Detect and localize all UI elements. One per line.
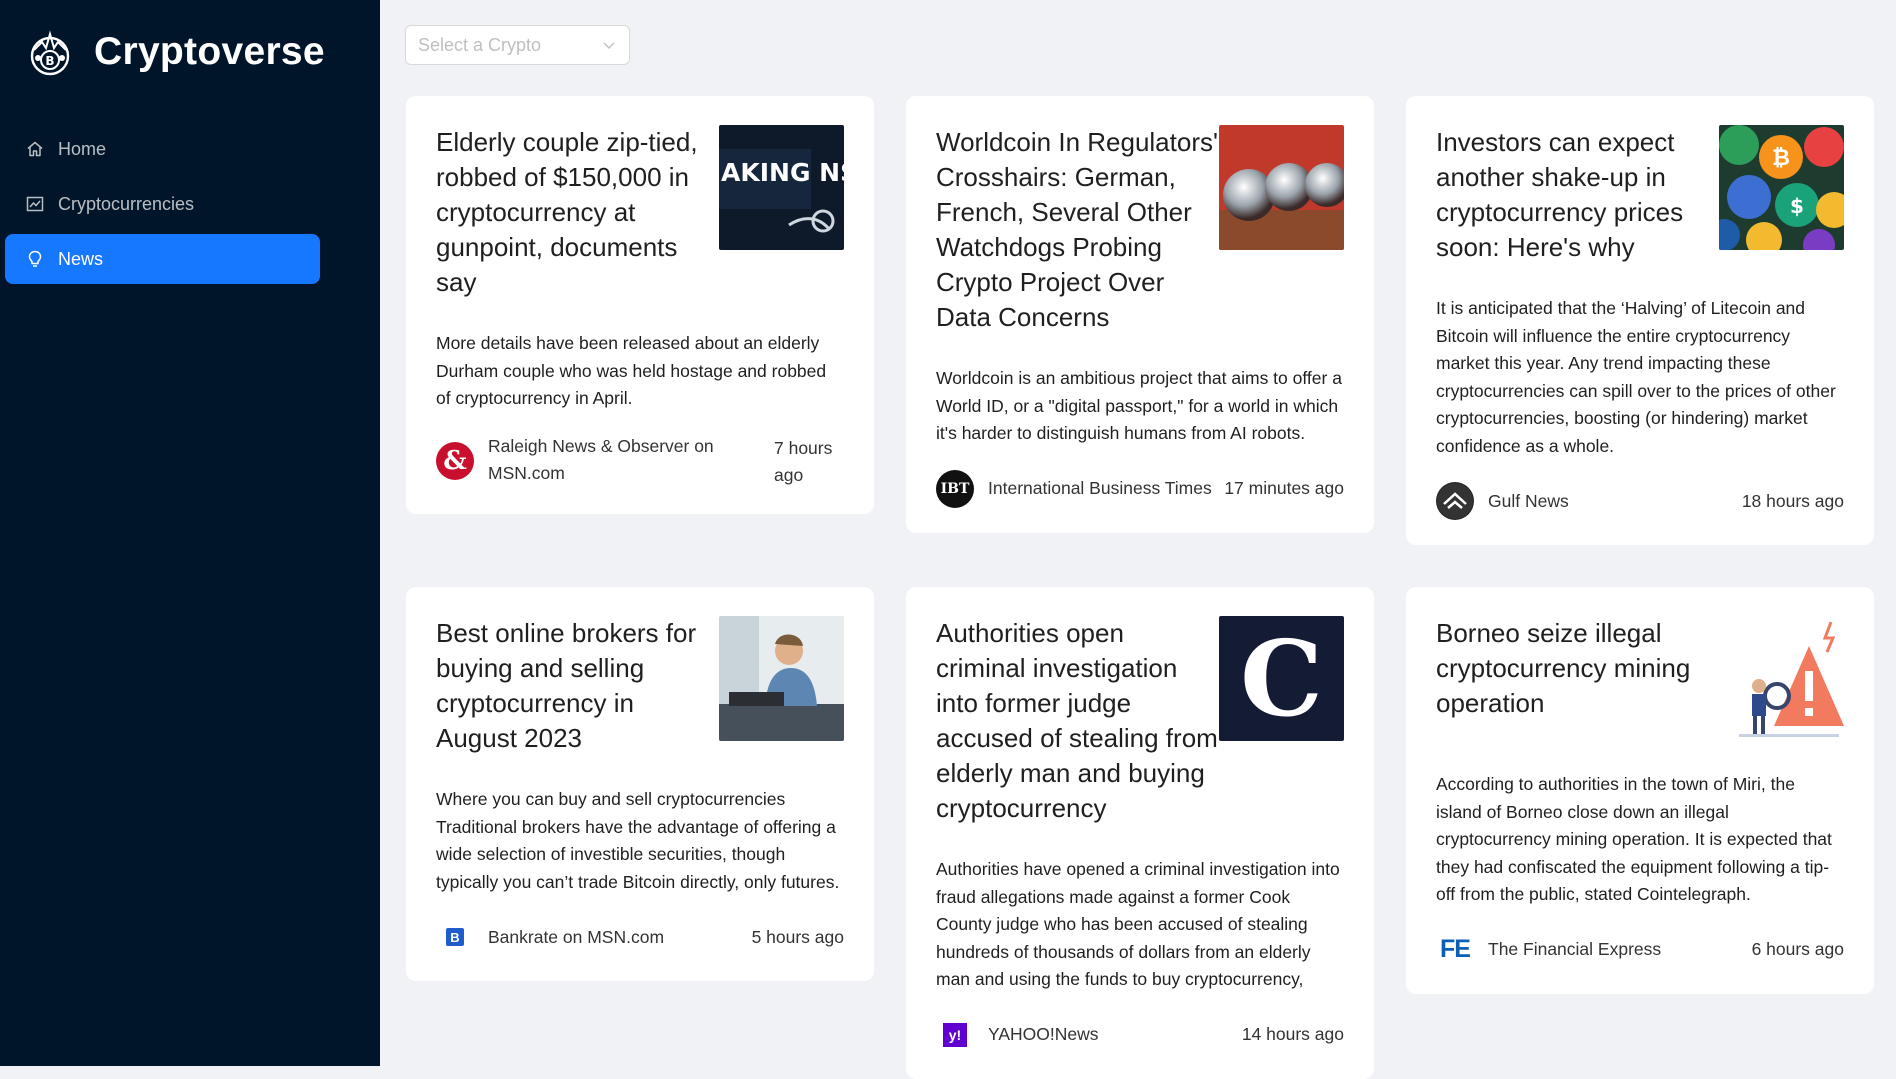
provider-name: International Business Times	[988, 478, 1212, 498]
chevron-down-icon	[603, 42, 615, 49]
provider-name: Raleigh News & Observer on MSN.com	[488, 435, 714, 483]
sidebar: B Cryptoverse Home Cryptocurrencies News	[0, 0, 380, 1066]
crypto-select[interactable]: Select a Crypto	[405, 25, 630, 65]
prov-text: y!	[943, 1022, 967, 1047]
news-thumbnail[interactable]	[1219, 125, 1344, 250]
news-description: Where you can buy and sell cryptocurrenc…	[436, 789, 840, 892]
news-time: 17 minutes ago	[1224, 478, 1344, 498]
news-title[interactable]: Authorities open criminal investigation …	[936, 616, 1219, 826]
news-card[interactable]: Borneo seize illegal cryptocurrency mini…	[1406, 587, 1874, 994]
news-description: According to authorities in the town of …	[1436, 774, 1832, 904]
fund-icon	[26, 196, 44, 212]
news-time: 6 hours ago	[1751, 939, 1844, 959]
news-description: It is anticipated that the ‘Halving’ of …	[1436, 298, 1836, 456]
svg-text:B: B	[45, 54, 54, 68]
news-provider: B Bankrate on MSN.com	[436, 918, 664, 956]
sidebar-item-label: Cryptocurrencies	[58, 193, 195, 214]
news-card[interactable]: Investors can expect another shake-up in…	[1406, 96, 1874, 545]
news-time: 14 hours ago	[1241, 1024, 1344, 1044]
crypto-coin-logo-icon: B	[24, 26, 76, 78]
news-thumbnail[interactable]: C	[1219, 616, 1344, 741]
news-title[interactable]: Elderly couple zip-tied, robbed of $150,…	[436, 125, 719, 300]
news-card[interactable]: Worldcoin In Regulators' Crosshairs: Ger…	[906, 96, 1374, 533]
sidebar-item-cryptocurrencies[interactable]: Cryptocurrencies	[5, 179, 320, 229]
news-title[interactable]: Worldcoin In Regulators' Crosshairs: Ger…	[936, 125, 1219, 335]
news-provider: FE The Financial Express	[1436, 931, 1661, 969]
news-thumbnail[interactable]	[1719, 616, 1844, 741]
news-thumbnail[interactable]	[719, 616, 844, 741]
prov-text: FE	[1440, 935, 1471, 963]
news-time: 18 hours ago	[1741, 490, 1844, 511]
news-description: More details have been released about an…	[436, 333, 827, 408]
news-provider: y! YAHOO!News	[936, 1016, 1099, 1054]
news-description: Worldcoin is an ambitious project that a…	[936, 368, 1342, 443]
select-placeholder: Select a Crypto	[418, 34, 542, 55]
svg-text:$: $	[1790, 194, 1804, 218]
provider-name: The Financial Express	[1488, 939, 1662, 959]
svg-text:₿: ₿	[1772, 146, 1790, 171]
sidebar-item-label: News	[58, 248, 104, 269]
prov-text: B	[446, 928, 464, 946]
ibt-logo-icon: IBT	[936, 469, 974, 508]
news-title[interactable]: Borneo seize illegal cryptocurrency mini…	[1436, 616, 1719, 741]
thumb-text: C	[1240, 616, 1323, 740]
news-provider: & Raleigh News & Observer on MSN.com	[436, 435, 736, 487]
sidebar-menu: Home Cryptocurrencies News	[0, 124, 380, 284]
news-card[interactable]: Elderly couple zip-tied, robbed of $150,…	[406, 96, 874, 514]
news-time: 5 hours ago	[751, 926, 844, 947]
thumb-text: AKING NS	[721, 158, 844, 187]
sidebar-item-news[interactable]: News	[5, 234, 320, 284]
news-provider: Gulf News	[1436, 482, 1569, 520]
provider-name: YAHOO!News	[988, 1024, 1099, 1044]
brand[interactable]: B Cryptoverse	[0, 0, 380, 104]
news-card[interactable]: Best online brokers for buying and selli…	[406, 587, 874, 981]
prov-text: IBT	[940, 480, 970, 497]
news-title[interactable]: Investors can expect another shake-up in…	[1436, 125, 1719, 265]
news-description: Authorities have opened a criminal inves…	[936, 859, 1340, 989]
news-title[interactable]: Best online brokers for buying and selli…	[436, 616, 719, 756]
provider-name: Bankrate on MSN.com	[488, 926, 665, 947]
news-thumbnail[interactable]: AKING NS	[719, 125, 844, 250]
news-time: 7 hours ago	[774, 437, 833, 485]
news-thumbnail[interactable]: ₿ $	[1719, 125, 1844, 250]
news-provider: IBT International Business Times	[936, 469, 1212, 508]
news-card[interactable]: Authorities open criminal investigation …	[906, 587, 1374, 1079]
bulb-icon	[28, 250, 42, 267]
brand-title: Cryptoverse	[94, 30, 325, 73]
financial-express-logo-icon: FE	[1436, 931, 1474, 969]
raleigh-news-observer-logo-icon: &	[436, 441, 474, 480]
bankrate-logo-icon: B	[436, 918, 474, 956]
sidebar-item-label: Home	[58, 138, 107, 159]
provider-name: Gulf News	[1488, 490, 1569, 511]
gulf-news-logo-icon	[1436, 482, 1474, 520]
yahoo-news-logo-icon: y!	[936, 1016, 974, 1054]
sidebar-item-home[interactable]: Home	[5, 124, 320, 174]
home-icon	[27, 141, 43, 157]
